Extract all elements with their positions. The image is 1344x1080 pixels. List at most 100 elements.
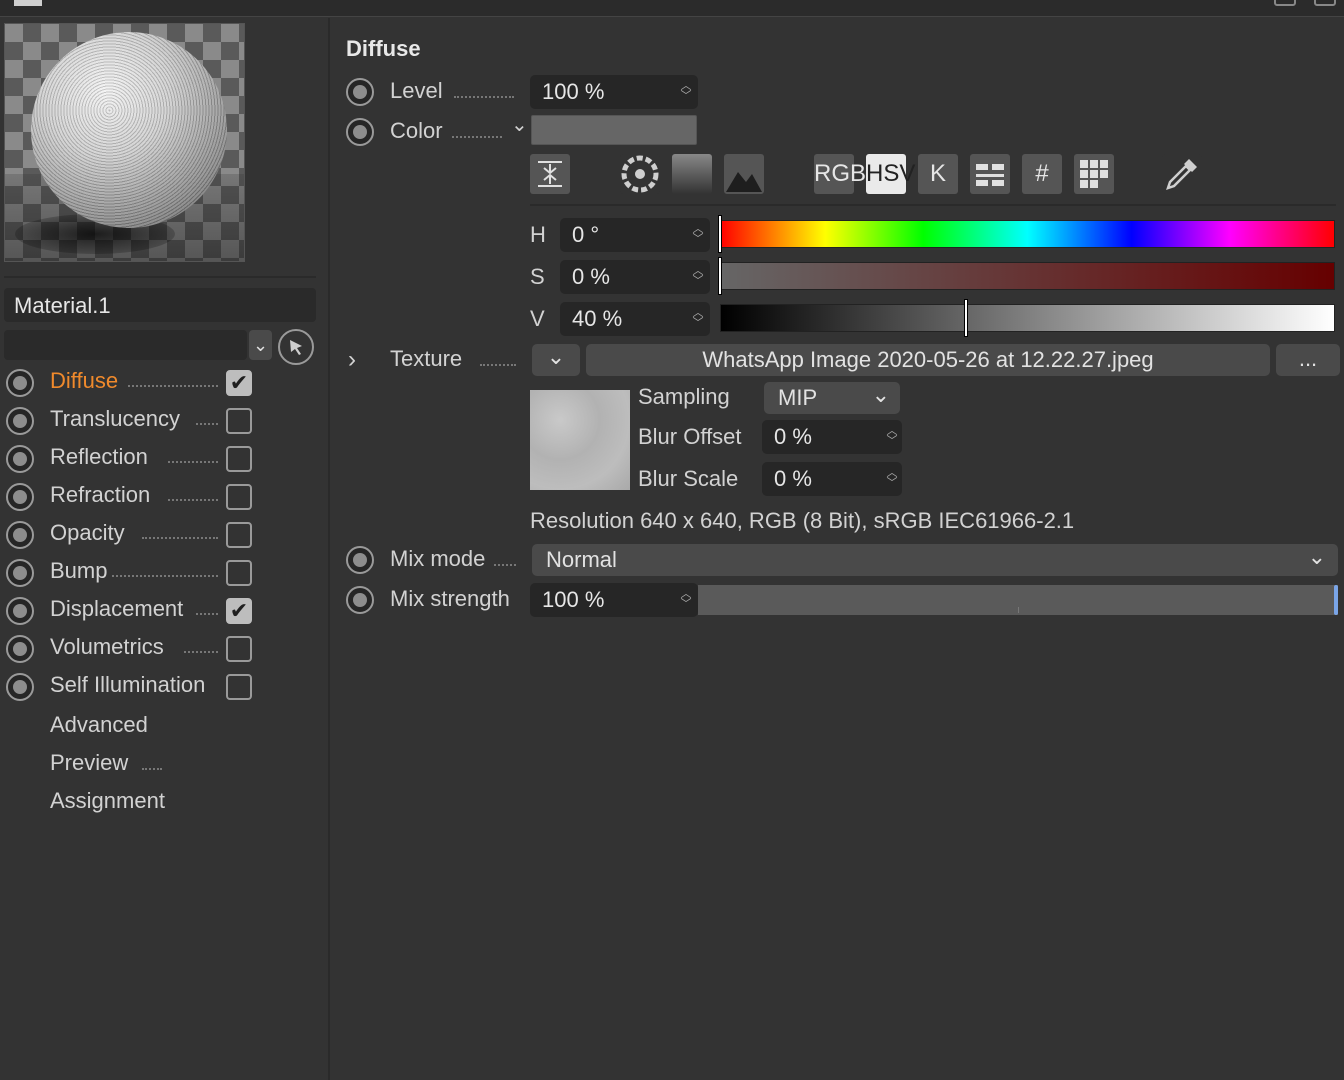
mix-strength-slider[interactable]	[698, 585, 1338, 615]
chevron-right-icon[interactable]: ›	[348, 346, 356, 374]
animate-radio-icon[interactable]	[6, 407, 34, 435]
hsv-mode-button[interactable]: HSV	[866, 154, 915, 194]
leader-dots	[480, 364, 516, 366]
channel-label[interactable]: Refraction	[50, 482, 150, 508]
stepper-arrows-icon[interactable]: ︿ ﹀	[692, 266, 704, 287]
compress-icon[interactable]	[530, 154, 570, 194]
divider	[4, 276, 316, 278]
stepper-arrows-icon[interactable]: ︿ ﹀	[886, 468, 898, 489]
stepper-arrows-icon[interactable]: ︿ ﹀	[886, 426, 898, 447]
texture-options-dropdown[interactable]: ⌄	[532, 344, 580, 376]
sidebar-item-assignment[interactable]: Assignment	[50, 788, 165, 814]
swatch-grid-icon[interactable]	[1074, 154, 1114, 194]
channel-label[interactable]: Translucency	[50, 406, 180, 432]
chevron-down-icon[interactable]: ⌄	[249, 330, 272, 360]
animate-radio-icon[interactable]	[346, 118, 374, 146]
animate-radio-icon[interactable]	[6, 445, 34, 473]
mix-strength-input[interactable]: 100 %	[530, 583, 698, 617]
value-slider-handle[interactable]	[964, 299, 968, 337]
kelvin-mode-button[interactable]: K	[918, 154, 958, 194]
channel-checkbox[interactable]	[226, 636, 252, 662]
panel-lock-icon[interactable]	[1274, 0, 1296, 6]
leader-dots	[196, 613, 218, 615]
channel-row-reflection[interactable]: Reflection	[0, 441, 330, 479]
blur-offset-input[interactable]: 0 %	[762, 420, 902, 454]
animate-radio-icon[interactable]	[6, 483, 34, 511]
color-wheel-icon[interactable]	[620, 154, 660, 194]
channel-row-self-illumination[interactable]: Self Illumination	[0, 669, 330, 707]
channel-row-opacity[interactable]: Opacity	[0, 517, 330, 555]
animate-radio-icon[interactable]	[346, 586, 374, 614]
animate-radio-icon[interactable]	[6, 673, 34, 701]
material-preview[interactable]	[4, 23, 245, 262]
channel-checkbox[interactable]	[226, 674, 252, 700]
channel-checkbox[interactable]	[226, 408, 252, 434]
channel-label[interactable]: Reflection	[50, 444, 148, 470]
saturation-slider-handle[interactable]	[718, 257, 722, 295]
animate-radio-icon[interactable]	[6, 635, 34, 663]
channel-row-translucency[interactable]: Translucency	[0, 403, 330, 441]
saturation-slider[interactable]	[720, 262, 1335, 290]
channel-row-displacement[interactable]: Displacement ✔	[0, 593, 330, 631]
value-slider[interactable]	[720, 304, 1335, 332]
channel-row-volumetrics[interactable]: Volumetrics	[0, 631, 330, 669]
channel-row-bump[interactable]: Bump	[0, 555, 330, 593]
color-swatch[interactable]	[531, 115, 697, 145]
stepper-arrows-icon[interactable]: ︿ ﹀	[692, 308, 704, 329]
hue-slider[interactable]	[720, 220, 1335, 248]
animate-radio-icon[interactable]	[346, 78, 374, 106]
stepper-arrows-icon[interactable]: ︿ ﹀	[692, 224, 704, 245]
value-input[interactable]: 40 %	[560, 302, 710, 336]
eyedropper-icon[interactable]	[1162, 154, 1202, 194]
channel-label[interactable]: Bump	[50, 558, 107, 584]
channel-label[interactable]: Volumetrics	[50, 634, 164, 660]
sampling-dropdown[interactable]: MIP ⌄	[764, 382, 900, 414]
rgb-mode-button[interactable]: RGB	[814, 154, 866, 194]
channel-label[interactable]: Self Illumination	[50, 672, 205, 698]
channel-label[interactable]: Opacity	[50, 520, 125, 546]
hue-input[interactable]: 0 °	[560, 218, 710, 252]
hex-mode-button[interactable]: #	[1022, 154, 1062, 194]
mix-strength-handle[interactable]	[1334, 585, 1338, 615]
channel-checkbox[interactable]	[226, 522, 252, 548]
sidebar-item-advanced[interactable]: Advanced	[50, 712, 148, 738]
mixer-icon[interactable]	[970, 154, 1010, 194]
sidebar-item-preview[interactable]: Preview	[50, 750, 128, 776]
texture-file-button[interactable]: WhatsApp Image 2020-05-26 at 12.22.27.jp…	[586, 344, 1270, 376]
window-menu-icon[interactable]	[14, 0, 42, 6]
stepper-arrows-icon[interactable]: ︿ ﹀	[680, 589, 692, 610]
channel-row-refraction[interactable]: Refraction	[0, 479, 330, 517]
animate-radio-icon[interactable]	[6, 559, 34, 587]
channel-row-diffuse[interactable]: Diffuse ✔	[0, 365, 330, 403]
channel-checkbox[interactable]	[226, 446, 252, 472]
hue-label: H	[530, 222, 546, 247]
channel-checkbox[interactable]	[226, 484, 252, 510]
animate-radio-icon[interactable]	[346, 546, 374, 574]
stepper-arrows-icon[interactable]: ︿ ﹀	[680, 81, 692, 102]
saturation-input[interactable]: 0 %	[560, 260, 710, 294]
leader-dots	[452, 136, 502, 138]
material-name-field[interactable]: Material.1	[4, 288, 316, 322]
chevron-down-icon[interactable]: ⌄	[511, 112, 528, 137]
sampling-label: Sampling	[638, 384, 730, 409]
panel-expand-icon[interactable]	[1314, 0, 1336, 6]
channel-checkbox[interactable]: ✔	[226, 370, 252, 396]
texture-thumbnail[interactable]	[530, 390, 630, 490]
animate-radio-icon[interactable]	[6, 369, 34, 397]
hue-slider-handle[interactable]	[718, 215, 722, 253]
image-picker-icon[interactable]	[724, 154, 764, 194]
texture-browse-button[interactable]: ...	[1276, 344, 1340, 376]
channel-label[interactable]: Diffuse	[50, 368, 118, 394]
channel-label[interactable]: Displacement	[50, 596, 183, 622]
animate-radio-icon[interactable]	[6, 521, 34, 549]
channel-checkbox[interactable]	[226, 560, 252, 586]
mix-mode-dropdown[interactable]: Normal ⌄	[532, 544, 1338, 576]
pick-object-icon[interactable]	[278, 329, 314, 365]
blur-offset-label: Blur Offset	[638, 424, 742, 449]
blur-scale-input[interactable]: 0 %	[762, 462, 902, 496]
material-preset-dropdown[interactable]	[4, 330, 247, 360]
level-input[interactable]: 100 %	[530, 75, 698, 109]
spectrum-icon[interactable]	[672, 154, 712, 194]
animate-radio-icon[interactable]	[6, 597, 34, 625]
channel-checkbox[interactable]: ✔	[226, 598, 252, 624]
